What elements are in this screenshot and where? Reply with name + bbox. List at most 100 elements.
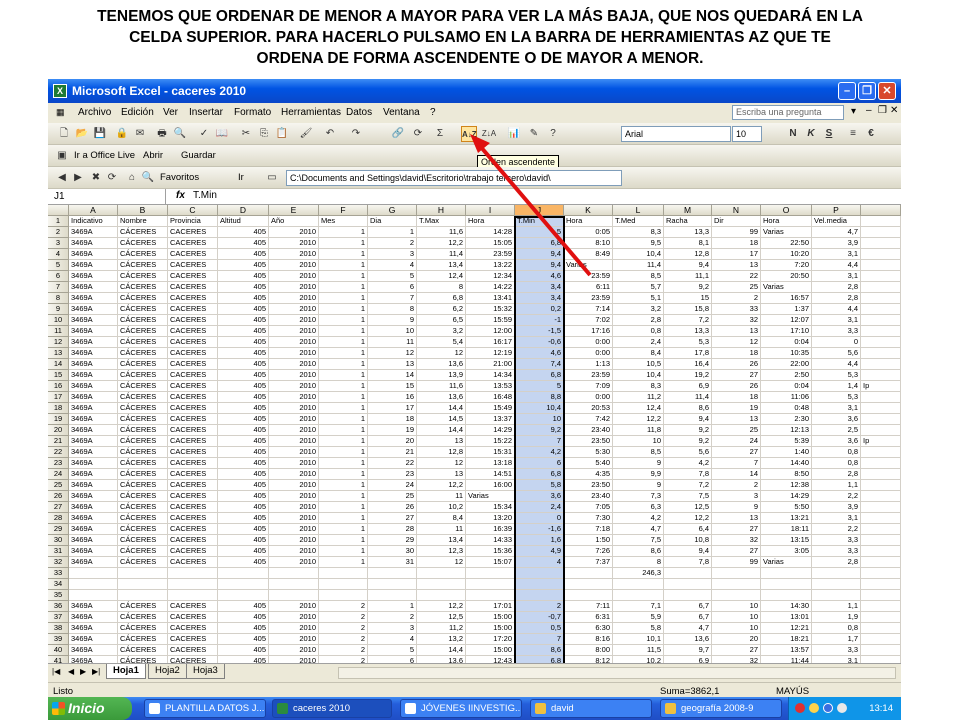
cell-p[interactable] xyxy=(812,568,861,579)
cell-n[interactable]: 12 xyxy=(712,337,761,348)
cell-f[interactable]: 2 xyxy=(319,623,368,634)
cell-k[interactable]: 8:12 xyxy=(564,656,613,663)
cell-n[interactable]: 27 xyxy=(712,447,761,458)
doc-close-icon[interactable]: ✕ xyxy=(890,105,898,116)
cell-g[interactable]: 21 xyxy=(368,447,417,458)
row-header[interactable]: 20 xyxy=(48,425,69,436)
cell-extra[interactable] xyxy=(861,425,901,436)
cell-b[interactable]: CÁCERES xyxy=(118,524,168,535)
cell-n[interactable]: 9 xyxy=(712,502,761,513)
cell-p[interactable]: 1,9 xyxy=(812,612,861,623)
paste-icon[interactable]: 📋 xyxy=(274,126,290,142)
cell-o[interactable]: 12:21 xyxy=(761,623,812,634)
doc-minimize-icon[interactable]: – xyxy=(866,105,872,116)
row-header[interactable]: 4 xyxy=(48,249,69,260)
cell-f[interactable]: 1 xyxy=(319,381,368,392)
cell-o[interactable]: 22:00 xyxy=(761,359,812,370)
cell-m[interactable]: 8,6 xyxy=(664,403,712,414)
row-header[interactable]: 34 xyxy=(48,579,69,590)
cell-p[interactable]: 0,8 xyxy=(812,623,861,634)
cell-i[interactable] xyxy=(466,568,515,579)
cell-b[interactable]: CÁCERES xyxy=(118,414,168,425)
cell-b[interactable]: CÁCERES xyxy=(118,348,168,359)
cell-c[interactable]: CACERES xyxy=(168,348,218,359)
cell-f[interactable]: 1 xyxy=(319,458,368,469)
cell-i[interactable]: 15:36 xyxy=(466,546,515,557)
column-header-h[interactable]: H xyxy=(417,205,466,216)
cell-m[interactable]: 7,8 xyxy=(664,469,712,480)
cell-o[interactable]: 11:44 xyxy=(761,656,812,663)
cell-h[interactable]: 12 xyxy=(417,458,466,469)
cell-m[interactable]: 7,5 xyxy=(664,491,712,502)
cell-k[interactable]: 7:09 xyxy=(564,381,613,392)
font-size-select[interactable]: 10 xyxy=(732,126,762,142)
cell-p[interactable]: 5,6 xyxy=(812,348,861,359)
cell-m[interactable]: 16,4 xyxy=(664,359,712,370)
sheet-tab-hoja3[interactable]: Hoja3 xyxy=(186,664,225,679)
menu-insertar[interactable]: Insertar xyxy=(189,107,223,118)
cell-i[interactable]: 14:51 xyxy=(466,469,515,480)
cell-d[interactable]: 405 xyxy=(218,403,269,414)
cell-g[interactable]: 2 xyxy=(368,612,417,623)
cell-k[interactable]: 1:13 xyxy=(564,359,613,370)
task-caceres[interactable]: caceres 2010 xyxy=(272,699,392,718)
cell-k[interactable]: 7:11 xyxy=(564,601,613,612)
cell-f[interactable]: 1 xyxy=(319,535,368,546)
cell-i[interactable]: 15:34 xyxy=(466,502,515,513)
cell-b[interactable]: CÁCERES xyxy=(118,282,168,293)
cell-p[interactable]: 3,3 xyxy=(812,546,861,557)
cell-m[interactable]: 9,4 xyxy=(664,546,712,557)
cell-h[interactable] xyxy=(417,568,466,579)
cell-b[interactable] xyxy=(118,590,168,601)
cell-h[interactable] xyxy=(417,579,466,590)
cell-i[interactable]: 21:00 xyxy=(466,359,515,370)
cell-extra[interactable] xyxy=(861,282,901,293)
cell-n[interactable]: 27 xyxy=(712,645,761,656)
cell-j[interactable]: 6,8 xyxy=(515,238,564,249)
cell-m[interactable]: 7,2 xyxy=(664,480,712,491)
cell-a[interactable]: 3469A xyxy=(69,304,118,315)
cell-m[interactable]: 9,2 xyxy=(664,425,712,436)
cell-p[interactable]: 5,3 xyxy=(812,392,861,403)
cell-extra[interactable] xyxy=(861,392,901,403)
cell-extra[interactable] xyxy=(861,634,901,645)
cell-b[interactable]: CÁCERES xyxy=(118,458,168,469)
cell-h[interactable]: 12,4 xyxy=(417,271,466,282)
row-header[interactable]: 14 xyxy=(48,359,69,370)
cell-k[interactable]: 23:59 xyxy=(564,271,613,282)
cell-f[interactable]: 1 xyxy=(319,513,368,524)
cell-j[interactable]: 5,8 xyxy=(515,480,564,491)
search-web-icon[interactable]: 🔍 xyxy=(140,170,156,186)
cell-extra[interactable] xyxy=(861,227,901,238)
row-header[interactable]: 8 xyxy=(48,293,69,304)
cell-g[interactable]: 3 xyxy=(368,623,417,634)
cell-d[interactable]: 405 xyxy=(218,315,269,326)
cell-n[interactable]: 24 xyxy=(712,436,761,447)
cell-b[interactable]: CÁCERES xyxy=(118,601,168,612)
cell-a[interactable]: 3469A xyxy=(69,359,118,370)
cell-a[interactable]: 3469A xyxy=(69,392,118,403)
cell-l[interactable]: 7,5 xyxy=(613,535,664,546)
cell-d[interactable]: 405 xyxy=(218,359,269,370)
cell-o[interactable]: 3:05 xyxy=(761,546,812,557)
cell-g[interactable]: 5 xyxy=(368,271,417,282)
cell-i[interactable]: 12:19 xyxy=(466,348,515,359)
column-header-g[interactable]: G xyxy=(368,205,417,216)
cell-c[interactable]: CACERES xyxy=(168,480,218,491)
cell-d[interactable]: 405 xyxy=(218,392,269,403)
cell-j[interactable] xyxy=(515,579,564,590)
cell-a[interactable]: 3469A xyxy=(69,337,118,348)
cell-p[interactable]: 1,4 xyxy=(812,381,861,392)
cell-e[interactable]: 2010 xyxy=(269,546,319,557)
cell-f[interactable]: 1 xyxy=(319,447,368,458)
guardar-button[interactable]: Guardar xyxy=(181,150,216,161)
cell-b[interactable] xyxy=(118,568,168,579)
menu-ayuda[interactable]: ? xyxy=(430,107,436,118)
cell-o[interactable]: 14:29 xyxy=(761,491,812,502)
cell-l[interactable]: 12,4 xyxy=(613,403,664,414)
cell-e[interactable]: 2010 xyxy=(269,557,319,568)
cell-b[interactable]: CÁCERES xyxy=(118,315,168,326)
cell-p[interactable]: 2,8 xyxy=(812,469,861,480)
cell-k[interactable]: 8:49 xyxy=(564,249,613,260)
cell-l[interactable]: 6,3 xyxy=(613,502,664,513)
